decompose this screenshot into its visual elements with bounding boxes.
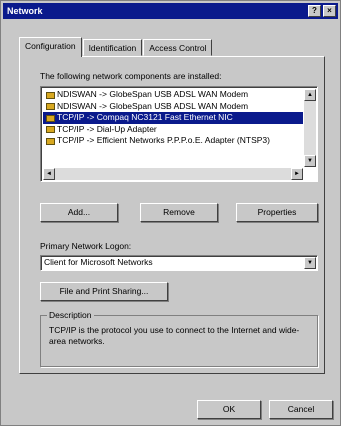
help-button[interactable]: ? [308,5,321,17]
scroll-left-arrow-icon[interactable]: ◄ [43,168,55,180]
list-item[interactable]: TCP/IP -> Efficient Networks P.P.P.o.E. … [43,135,303,147]
tab-identification[interactable]: Identification [82,39,143,56]
list-item[interactable]: TCP/IP -> Dial-Up Adapter [43,124,303,136]
title-buttons: ? × [308,5,336,17]
scroll-right-arrow-icon[interactable]: ► [291,168,303,180]
list-item[interactable]: NDISWAN -> GlobeSpan USB ADSL WAN Modem [43,89,303,101]
network-component-icon [45,91,55,99]
primary-logon-label: Primary Network Logon: [40,241,132,251]
tab-access-control[interactable]: Access Control [143,39,213,56]
description-text: TCP/IP is the protocol you use to connec… [49,325,300,346]
list-item-selected[interactable]: TCP/IP -> Compaq NC3121 Fast Ethernet NI… [43,112,303,124]
file-print-sharing-button[interactable]: File and Print Sharing... [40,282,168,301]
title-bar[interactable]: Network ? × [3,3,338,19]
remove-button[interactable]: Remove [140,203,218,222]
properties-button[interactable]: Properties [236,203,318,222]
network-component-icon [45,137,55,145]
primary-logon-value: Client for Microsoft Networks [44,257,153,267]
horizontal-scrollbar[interactable]: ◄ ► [43,168,303,180]
network-component-icon [45,102,55,111]
vertical-scrollbar[interactable]: ▲ ▼ [304,89,316,167]
components-list[interactable]: NDISWAN -> GlobeSpan USB ADSL WAN Modem … [40,86,318,182]
chevron-down-icon[interactable]: ▼ [304,257,316,269]
description-group: Description TCP/IP is the protocol you u… [40,310,318,367]
network-dialog: Network ? × Configuration Identification… [0,0,341,426]
components-items: NDISWAN -> GlobeSpan USB ADSL WAN Modem … [43,89,303,167]
network-component-icon [45,125,55,134]
tab-configuration[interactable]: Configuration [19,37,82,57]
ok-button[interactable]: OK [197,400,261,419]
network-component-icon [45,114,55,122]
add-button[interactable]: Add... [40,203,118,222]
components-label: The following network components are ins… [40,71,222,81]
tab-strip: Configuration Identification Access Cont… [19,37,213,57]
cancel-button[interactable]: Cancel [269,400,333,419]
list-item[interactable]: NDISWAN -> GlobeSpan USB ADSL WAN Modem [43,101,303,113]
configuration-panel: The following network components are ins… [19,56,325,374]
scroll-down-arrow-icon[interactable]: ▼ [304,155,316,167]
description-title: Description [47,310,94,320]
close-button[interactable]: × [323,5,336,17]
scroll-up-arrow-icon[interactable]: ▲ [304,89,316,101]
primary-logon-select[interactable]: Client for Microsoft Networks ▼ [40,255,318,271]
window-title: Network [7,6,43,16]
